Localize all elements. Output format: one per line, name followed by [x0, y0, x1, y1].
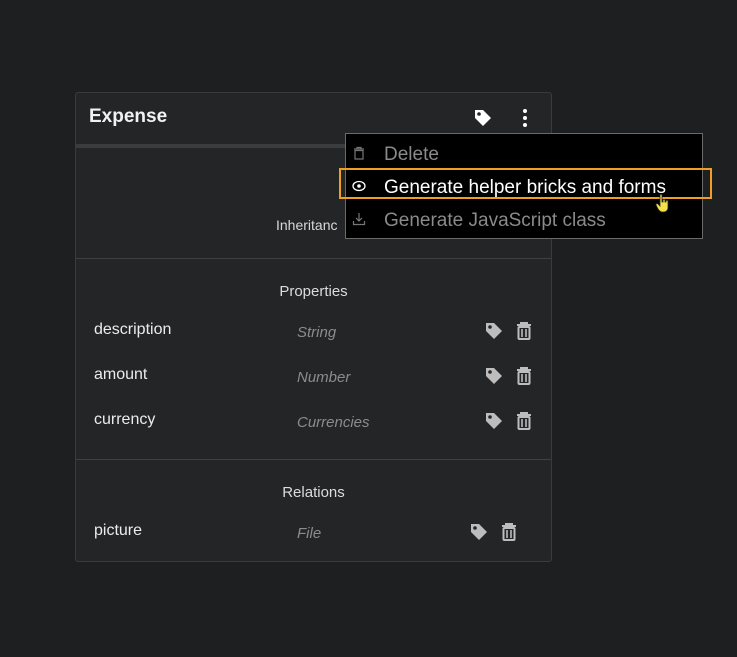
- trash-icon[interactable]: [499, 522, 519, 542]
- relations-title: Relations: [282, 484, 345, 501]
- tag-icon[interactable]: [484, 321, 504, 341]
- menu-item-generate-helper-bricks[interactable]: Generate helper bricks and forms: [346, 170, 702, 202]
- menu-item-label: Generate JavaScript class: [384, 210, 606, 231]
- menu-item-generate-javascript-class[interactable]: Generate JavaScript class: [346, 203, 702, 235]
- download-icon: [352, 212, 366, 226]
- property-type[interactable]: Number: [297, 369, 350, 386]
- property-name: amount: [94, 366, 148, 383]
- entity-title: Expense: [89, 106, 168, 127]
- hand-cursor-icon: [655, 193, 671, 213]
- trash-icon: [352, 146, 366, 160]
- property-type[interactable]: String: [297, 324, 336, 341]
- trash-icon[interactable]: [514, 411, 534, 431]
- property-row-amount: amount Number: [76, 366, 551, 396]
- property-name: currency: [94, 411, 156, 428]
- more-options-icon[interactable]: [515, 108, 535, 128]
- menu-item-label: Generate helper bricks and forms: [384, 177, 666, 198]
- tag-icon[interactable]: [484, 366, 504, 386]
- trash-icon[interactable]: [514, 321, 534, 341]
- property-row-description: description String: [76, 321, 551, 351]
- generate-icon: [352, 179, 366, 193]
- context-menu: Delete Generate helper bricks and forms …: [345, 133, 703, 239]
- section-divider: [76, 459, 551, 460]
- tag-icon[interactable]: [473, 108, 493, 128]
- property-row-currency: currency Currencies: [76, 411, 551, 441]
- inheritance-label: Inheritanc: [276, 217, 338, 233]
- tag-icon[interactable]: [484, 411, 504, 431]
- relation-type[interactable]: File: [297, 525, 321, 542]
- trash-icon[interactable]: [514, 366, 534, 386]
- property-type[interactable]: Currencies: [297, 414, 370, 431]
- menu-item-label: Delete: [384, 144, 439, 165]
- relation-name: picture: [94, 522, 143, 539]
- relation-row-picture: picture File: [76, 522, 551, 552]
- menu-item-delete[interactable]: Delete: [346, 137, 702, 169]
- properties-title: Properties: [279, 283, 348, 300]
- section-divider: [76, 258, 551, 259]
- tag-icon[interactable]: [469, 522, 489, 542]
- property-name: description: [94, 321, 172, 338]
